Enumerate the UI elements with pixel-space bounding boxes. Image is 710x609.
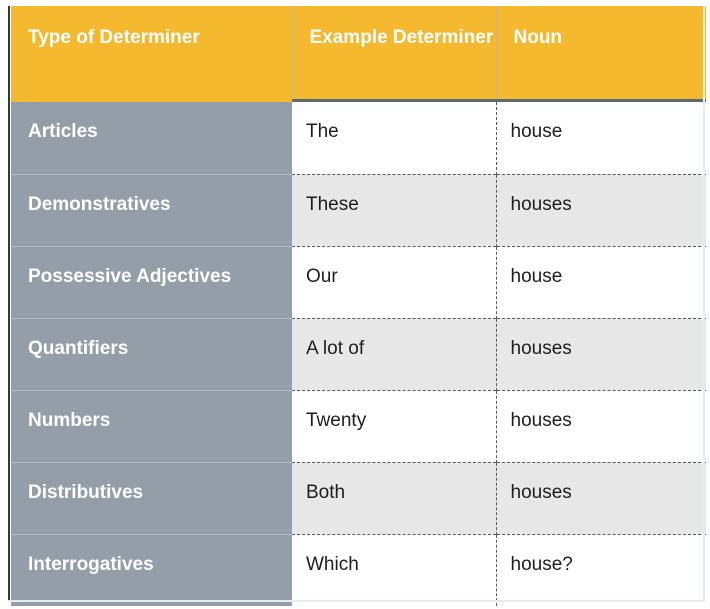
table-row: Demonstratives These houses xyxy=(11,173,706,246)
cell-noun: house? xyxy=(495,533,706,606)
cell-example-determiner: Which xyxy=(292,533,496,606)
cell-noun: houses xyxy=(495,173,706,246)
cell-noun: houses xyxy=(495,461,706,534)
cell-type-of-determiner: Distributives xyxy=(11,461,292,534)
cell-example-determiner: Twenty xyxy=(292,389,496,462)
column-header-example-determiner: Example Determiner xyxy=(292,6,497,99)
cell-example-determiner: A lot of xyxy=(292,317,496,390)
cell-type-of-determiner: Possessive Adjectives xyxy=(11,245,292,318)
cell-type-of-determiner: Quantifiers xyxy=(11,317,292,390)
column-header-noun: Noun xyxy=(496,6,706,99)
cell-type-of-determiner: Articles xyxy=(11,102,292,174)
header-row: Type of Determiner Example Determiner No… xyxy=(11,6,706,99)
table-row: Numbers Twenty houses xyxy=(11,389,706,462)
determiners-table: Type of Determiner Example Determiner No… xyxy=(11,6,706,606)
cell-noun: houses xyxy=(495,317,706,390)
table-bottom-edge xyxy=(8,600,705,602)
cell-noun: house xyxy=(495,102,706,174)
table-row: Interrogatives Which house? xyxy=(11,533,706,606)
determiners-table-container: Type of Determiner Example Determiner No… xyxy=(0,0,710,609)
table-row: Possessive Adjectives Our house xyxy=(11,245,706,318)
cell-noun: houses xyxy=(495,389,706,462)
table-row: Articles The house xyxy=(11,102,706,174)
cell-example-determiner: These xyxy=(292,173,496,246)
cell-example-determiner: Both xyxy=(292,461,496,534)
table-body: Articles The house Demonstratives These … xyxy=(11,102,706,606)
cell-noun: house xyxy=(495,245,706,318)
cell-example-determiner: The xyxy=(292,102,496,174)
table-header: Type of Determiner Example Determiner No… xyxy=(11,6,706,102)
table-row: Distributives Both houses xyxy=(11,461,706,534)
column-header-type-of-determiner: Type of Determiner xyxy=(11,6,293,99)
table-right-edge xyxy=(703,6,705,602)
table-frame: Type of Determiner Example Determiner No… xyxy=(8,6,706,606)
cell-example-determiner: Our xyxy=(292,245,496,318)
cell-type-of-determiner: Demonstratives xyxy=(11,173,292,246)
table-row: Quantifiers A lot of houses xyxy=(11,317,706,390)
cell-type-of-determiner: Numbers xyxy=(11,389,292,462)
cell-type-of-determiner: Interrogatives xyxy=(11,533,292,606)
